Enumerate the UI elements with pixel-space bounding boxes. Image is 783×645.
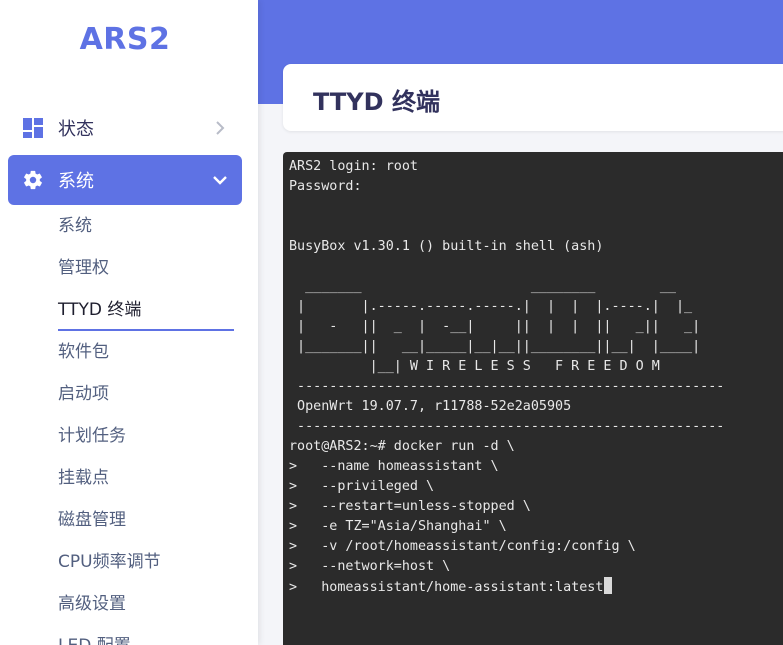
submenu-item-mount-points[interactable]: 挂载点 <box>58 457 234 499</box>
sidebar: ARS2 状态 系统 系统 管理权 TTYD 终端 软件包 启动项 计划任务 挂… <box>0 0 258 645</box>
submenu-item-ttyd[interactable]: TTYD 终端 <box>58 289 234 331</box>
nav-item-system[interactable]: 系统 <box>8 155 242 205</box>
submenu-item-admin[interactable]: 管理权 <box>58 247 234 289</box>
system-submenu: 系统 管理权 TTYD 终端 软件包 启动项 计划任务 挂载点 磁盘管理 CPU… <box>58 205 234 645</box>
terminal-line: > --restart=unless-stopped \ <box>289 499 531 514</box>
nav-item-status[interactable]: 状态 <box>8 103 242 153</box>
terminal-line: > -v /root/homeassistant/config:/config … <box>289 539 636 554</box>
submenu-item-system[interactable]: 系统 <box>58 205 234 247</box>
page-title: TTYD 终端 <box>313 88 440 116</box>
nav-item-label: 状态 <box>58 119 94 140</box>
submenu-item-cpu-frequency[interactable]: CPU频率调节 <box>58 541 234 583</box>
terminal-line: > -e TZ="Asia/Shanghai" \ <box>289 519 507 534</box>
brand-logo[interactable]: ARS2 <box>0 22 250 57</box>
gear-icon <box>22 169 44 191</box>
terminal-line: OpenWrt 19.07.7, r11788-52e2a05905 <box>289 399 572 414</box>
terminal-input-line[interactable]: > homeassistant/home-assistant:latest <box>289 577 724 597</box>
terminal-line: > --name homeassistant \ <box>289 459 499 474</box>
terminal-line: Password: <box>289 179 362 194</box>
dashboard-icon <box>22 117 44 139</box>
submenu-item-disk-management[interactable]: 磁盘管理 <box>58 499 234 541</box>
terminal-line-text: > homeassistant/home-assistant:latest <box>289 580 604 595</box>
terminal-line: ----------------------------------------… <box>289 419 725 434</box>
terminal-line: > --network=host \ <box>289 559 451 574</box>
terminal-output: ARS2 login: root Password: BusyBox v1.30… <box>289 157 724 597</box>
app-window: ARS2 状态 系统 系统 管理权 TTYD 终端 软件包 启动项 计划任务 挂… <box>0 0 783 645</box>
chevron-right-icon <box>212 120 228 136</box>
chevron-down-icon <box>212 172 228 188</box>
terminal-line: | |.-----.-----.-----.| | | |.----.| |_ <box>289 299 693 314</box>
terminal-line: ARS2 login: root <box>289 159 418 174</box>
title-card: TTYD 终端 <box>283 64 783 131</box>
terminal-line: > --privileged \ <box>289 479 435 494</box>
submenu-item-scheduled-tasks[interactable]: 计划任务 <box>58 415 234 457</box>
terminal-line: _______ ________ __ <box>289 279 676 294</box>
terminal[interactable]: ARS2 login: root Password: BusyBox v1.30… <box>283 152 783 645</box>
submenu-item-led-config[interactable]: LED 配置 <box>58 625 234 645</box>
terminal-line: BusyBox v1.30.1 () built-in shell (ash) <box>289 239 604 254</box>
submenu-item-packages[interactable]: 软件包 <box>58 331 234 373</box>
terminal-cursor <box>604 577 613 594</box>
submenu-item-advanced-settings[interactable]: 高级设置 <box>58 583 234 625</box>
terminal-line: |_______|| __|_____|__|__||________||__|… <box>289 339 701 354</box>
submenu-item-startup[interactable]: 启动项 <box>58 373 234 415</box>
nav-item-label: 系统 <box>58 171 94 192</box>
terminal-line: ----------------------------------------… <box>289 379 725 394</box>
terminal-line: |__| W I R E L E S S F R E E D O M <box>289 359 660 374</box>
terminal-line: root@ARS2:~# docker run -d \ <box>289 439 515 454</box>
terminal-line: | - || _ | -__| || | | || _|| _| <box>289 319 701 334</box>
